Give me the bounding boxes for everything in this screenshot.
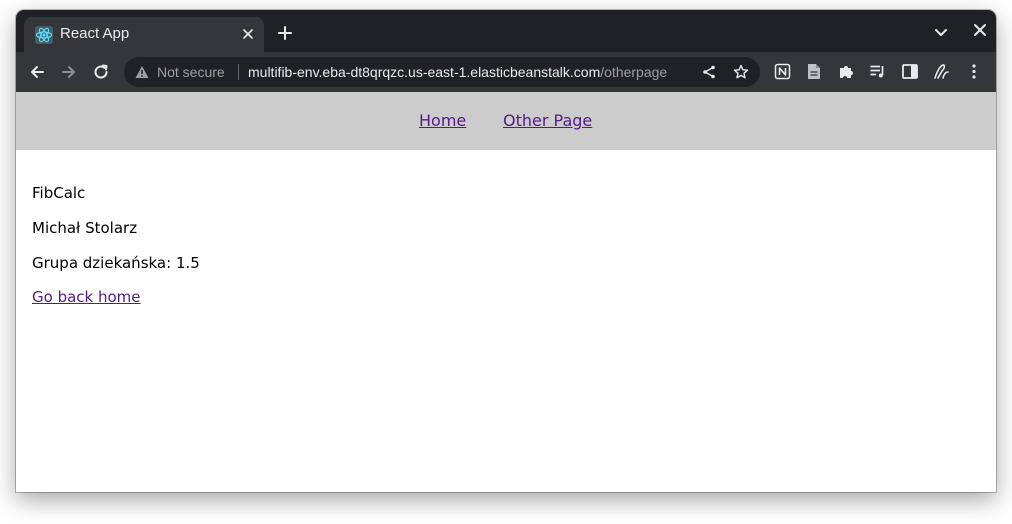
tab-strip: React App bbox=[16, 10, 996, 52]
web-page: Home Other Page FibCalc Michał Stolarz G… bbox=[16, 92, 996, 492]
window-close-icon[interactable] bbox=[973, 23, 987, 37]
omnibox-divider bbox=[238, 64, 239, 80]
active-tab[interactable]: React App bbox=[24, 17, 264, 52]
nav-link-other-page[interactable]: Other Page bbox=[503, 111, 592, 130]
nav-link-home[interactable]: Home bbox=[419, 111, 466, 130]
back-arrow-icon[interactable] bbox=[29, 64, 45, 80]
address-bar[interactable]: Not secure multifib-env.eba-dt8qrqzc.us-… bbox=[124, 57, 760, 87]
forward-arrow-icon[interactable] bbox=[61, 64, 77, 80]
group-text: Grupa dziekańska: 1.5 bbox=[32, 254, 200, 272]
profile-extension-icon[interactable] bbox=[933, 63, 950, 80]
share-icon[interactable] bbox=[702, 65, 716, 79]
new-tab-icon[interactable] bbox=[277, 25, 293, 41]
tab-title: React App bbox=[60, 25, 130, 42]
author-text: Michał Stolarz bbox=[32, 219, 138, 237]
close-tab-icon[interactable] bbox=[241, 27, 255, 41]
browser-toolbar: Not secure multifib-env.eba-dt8qrqzc.us-… bbox=[16, 52, 996, 92]
media-queue-icon[interactable] bbox=[869, 63, 886, 80]
url-host: multifib-env.eba-dt8qrqzc.us-east-1.elas… bbox=[248, 64, 601, 80]
side-panel-icon[interactable] bbox=[902, 64, 918, 79]
browser-window: React App Not secure multifib-env.eba-dt… bbox=[16, 10, 996, 492]
app-header: Home Other Page bbox=[16, 92, 996, 150]
puzzle-extensions-icon[interactable] bbox=[838, 63, 855, 80]
notion-extension-icon[interactable] bbox=[774, 63, 791, 80]
security-status[interactable]: Not secure bbox=[157, 64, 225, 80]
app-title-text: FibCalc bbox=[32, 184, 86, 202]
warning-icon[interactable] bbox=[135, 65, 149, 79]
react-logo-icon bbox=[35, 26, 53, 44]
go-back-home-link[interactable]: Go back home bbox=[32, 288, 141, 306]
bookmark-star-icon[interactable] bbox=[733, 64, 749, 80]
menu-dots-icon[interactable] bbox=[968, 63, 980, 80]
document-extension-icon[interactable] bbox=[807, 63, 821, 80]
url-text[interactable]: multifib-env.eba-dt8qrqzc.us-east-1.elas… bbox=[248, 64, 667, 80]
url-path: /otherpage bbox=[600, 64, 668, 80]
chevron-down-icon[interactable] bbox=[934, 28, 948, 38]
reload-icon[interactable] bbox=[93, 64, 109, 80]
